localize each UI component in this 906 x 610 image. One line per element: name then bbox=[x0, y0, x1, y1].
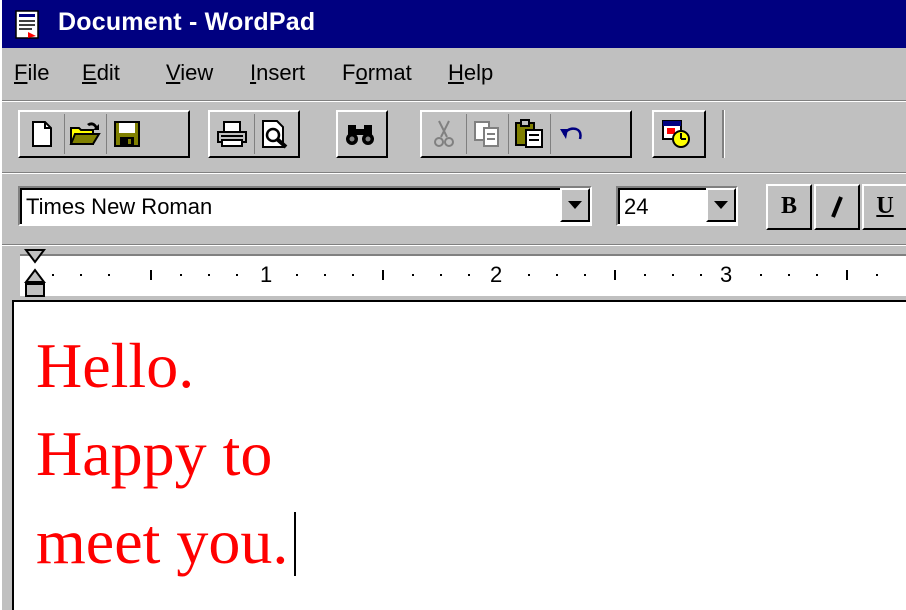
document-editor[interactable]: Hello. Happy to meet you. bbox=[12, 300, 906, 610]
find-button[interactable] bbox=[340, 114, 380, 154]
ruler-tick bbox=[52, 274, 54, 276]
italic-button[interactable]: I bbox=[814, 184, 860, 230]
document-text[interactable]: Hello. Happy to meet you. bbox=[36, 322, 297, 586]
save-icon bbox=[113, 121, 140, 147]
toolbar-group-edit bbox=[420, 110, 632, 158]
text-caret bbox=[294, 512, 297, 576]
menu-view[interactable]: View bbox=[166, 60, 213, 86]
ruler-tick bbox=[296, 274, 298, 276]
undo-button[interactable] bbox=[550, 114, 590, 154]
wordpad-app-icon[interactable] bbox=[14, 10, 42, 40]
text-line: meet you. bbox=[36, 498, 297, 586]
font-size-combo[interactable]: 24 bbox=[616, 186, 738, 226]
toolbar-group-insert bbox=[652, 110, 706, 158]
format-bar: Times New Roman 24 B I U bbox=[2, 176, 906, 238]
ruler-tick bbox=[324, 274, 326, 276]
ruler-tick bbox=[236, 274, 238, 276]
print-preview-icon bbox=[261, 120, 287, 149]
chevron-down-icon bbox=[568, 201, 582, 209]
font-name-combo[interactable]: Times New Roman bbox=[18, 186, 592, 226]
copy-button[interactable] bbox=[466, 114, 506, 154]
paste-icon bbox=[514, 119, 543, 148]
menu-bar: File Edit View Insert Format Help bbox=[2, 52, 906, 94]
ruler[interactable]: 1 2 3 bbox=[2, 248, 906, 300]
toolbar-end-separator bbox=[722, 110, 725, 158]
new-button[interactable] bbox=[22, 114, 62, 154]
toolbar-group-print bbox=[208, 110, 300, 158]
ruler-tick bbox=[556, 274, 558, 276]
menu-edit[interactable]: Edit bbox=[82, 60, 120, 86]
formatbar-separator bbox=[2, 244, 906, 246]
toolbar-group-file bbox=[18, 110, 190, 158]
date-time-icon bbox=[662, 120, 690, 148]
menu-separator bbox=[2, 100, 906, 102]
ruler-tick bbox=[788, 274, 790, 276]
font-size-dropdown-button[interactable] bbox=[706, 188, 736, 222]
toolbar-separator bbox=[2, 172, 906, 174]
ruler-number: 1 bbox=[260, 262, 273, 287]
copy-icon bbox=[473, 121, 499, 147]
open-button[interactable] bbox=[64, 114, 104, 154]
menu-file[interactable]: File bbox=[14, 60, 49, 86]
title-bar[interactable]: Document - WordPad bbox=[2, 0, 906, 48]
ruler-tick bbox=[440, 274, 442, 276]
ruler-tick bbox=[644, 274, 646, 276]
window-title: Document - WordPad bbox=[58, 8, 316, 36]
standard-toolbar bbox=[2, 104, 906, 170]
paste-button[interactable] bbox=[508, 114, 548, 154]
ruler-tick bbox=[584, 274, 586, 276]
ruler-tick bbox=[150, 270, 152, 280]
font-name-dropdown-button[interactable] bbox=[560, 188, 590, 222]
print-preview-button[interactable] bbox=[254, 114, 294, 154]
find-icon bbox=[346, 125, 374, 145]
ruler-tick bbox=[468, 274, 470, 276]
save-button[interactable] bbox=[106, 114, 146, 154]
menu-insert[interactable]: Insert bbox=[250, 60, 305, 86]
ruler-tick bbox=[876, 274, 878, 276]
underline-button[interactable]: U bbox=[862, 184, 906, 230]
ruler-tick bbox=[672, 274, 674, 276]
italic-icon bbox=[831, 196, 843, 218]
font-size-value: 24 bbox=[624, 194, 649, 219]
print-icon bbox=[217, 121, 247, 147]
ruler-tick bbox=[412, 274, 414, 276]
cut-button[interactable] bbox=[424, 114, 464, 154]
text-line-content: meet you. bbox=[36, 506, 289, 577]
cut-icon bbox=[434, 120, 454, 147]
ruler-strip[interactable]: 1 2 3 bbox=[20, 254, 906, 296]
ruler-tick bbox=[846, 270, 848, 280]
ruler-tick bbox=[816, 274, 818, 276]
ruler-number: 2 bbox=[490, 262, 503, 287]
ruler-tick bbox=[208, 274, 210, 276]
toolbar-group-find bbox=[336, 110, 388, 158]
ruler-tick bbox=[80, 274, 82, 276]
ruler-tick bbox=[528, 274, 530, 276]
text-line: Hello. bbox=[36, 330, 195, 401]
chevron-down-icon bbox=[714, 201, 728, 209]
font-name-value: Times New Roman bbox=[26, 194, 213, 219]
ruler-number: 3 bbox=[720, 262, 733, 287]
indent-marker-icon[interactable] bbox=[24, 248, 48, 300]
ruler-tick bbox=[760, 274, 762, 276]
ruler-tick bbox=[382, 270, 384, 280]
text-line: Happy to bbox=[36, 418, 273, 489]
ruler-tick bbox=[108, 274, 110, 276]
bold-button[interactable]: B bbox=[766, 184, 812, 230]
open-icon bbox=[69, 122, 101, 145]
menu-help[interactable]: Help bbox=[448, 60, 493, 86]
ruler-tick bbox=[614, 270, 616, 280]
ruler-tick bbox=[352, 274, 354, 276]
date-time-button[interactable] bbox=[656, 114, 696, 154]
ruler-tick bbox=[700, 274, 702, 276]
new-icon bbox=[32, 121, 52, 147]
print-button[interactable] bbox=[212, 114, 252, 154]
ruler-tick bbox=[180, 274, 182, 276]
undo-icon bbox=[559, 127, 582, 140]
wordpad-window: Document - WordPad File Edit View Insert… bbox=[0, 0, 906, 610]
menu-format[interactable]: Format bbox=[342, 60, 412, 86]
